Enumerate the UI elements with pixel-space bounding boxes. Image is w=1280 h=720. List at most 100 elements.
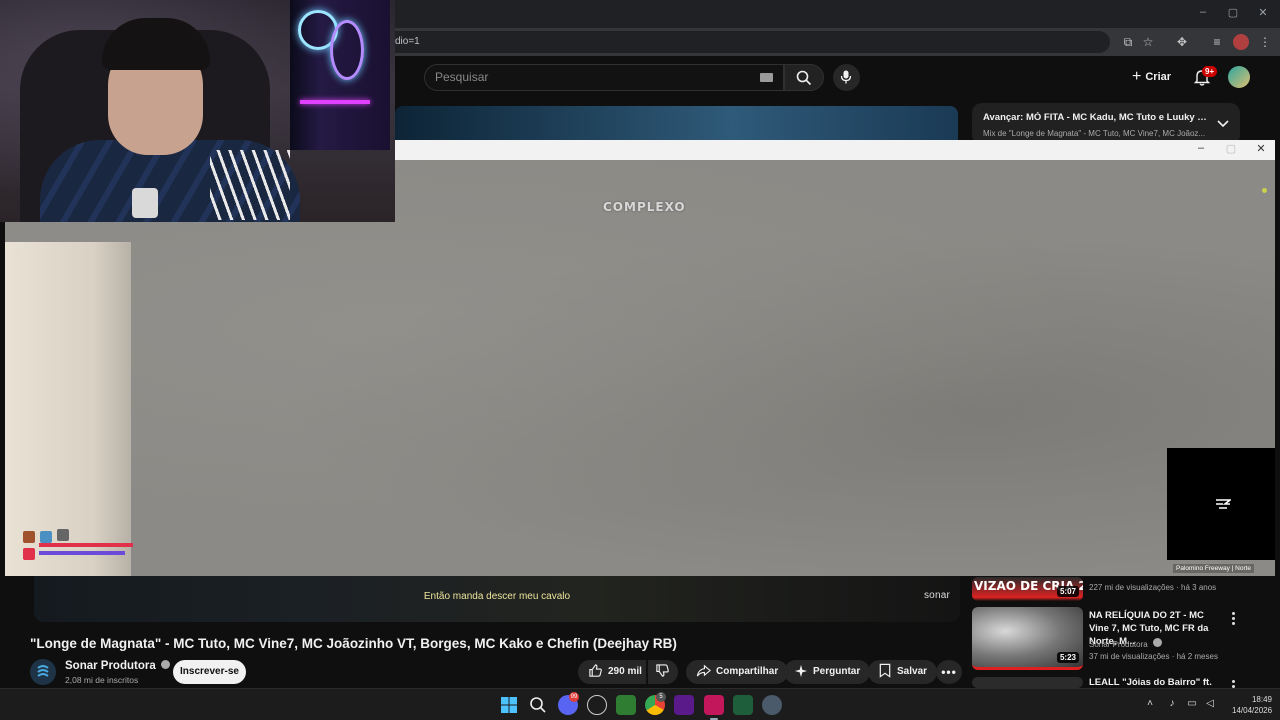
share-label: Compartilhar <box>716 666 779 677</box>
create-button[interactable]: + Criar <box>1126 65 1177 89</box>
recommendation-meta: 37 mi de visualizações · há 2 meses <box>1089 652 1218 661</box>
recommendation-thumbnail[interactable] <box>972 677 1083 688</box>
thumbs-up-icon <box>589 664 602 677</box>
chevron-up-icon[interactable]: ˄ <box>1144 698 1156 710</box>
system-clock[interactable]: 18:49 14/04/2026 <box>1232 694 1272 716</box>
microphone-icon[interactable]: ♪ <box>1166 698 1178 710</box>
street-name-text: Palomino Freeway <box>1176 565 1230 572</box>
bookmark-icon <box>879 663 891 678</box>
start-button[interactable] <box>499 695 519 715</box>
video-duration: 5:23 <box>1056 652 1079 663</box>
share-button[interactable]: Compartilhar <box>686 660 789 684</box>
webcam-jersey-badge <box>132 188 158 218</box>
stress-icon <box>57 529 69 541</box>
game-window-titlebar[interactable]: – ▢ ✕ <box>395 140 1275 160</box>
webcam-overlay <box>0 0 395 222</box>
cast-icon[interactable]: ⧉ <box>1120 34 1136 50</box>
globe-icon[interactable] <box>587 695 607 715</box>
search-placeholder: Pesquisar <box>435 70 489 84</box>
search-taskbar-button[interactable] <box>528 695 548 715</box>
like-button[interactable]: 290 mil <box>578 660 646 684</box>
close-icon[interactable]: ✕ <box>1251 142 1271 155</box>
street-zone: | Norte <box>1231 565 1252 572</box>
sonar-logo-icon <box>37 665 49 677</box>
chevron-down-icon[interactable] <box>1216 116 1230 130</box>
video-duration: 5:07 <box>1056 586 1079 597</box>
indicator-dot <box>1262 188 1267 193</box>
search-icon <box>530 697 546 713</box>
share-icon <box>696 664 711 677</box>
channel-avatar[interactable] <box>30 659 56 685</box>
thirst-icon <box>40 531 52 543</box>
health-bar <box>39 543 133 547</box>
restore-icon[interactable]: ▢ <box>1222 6 1244 19</box>
volume-icon[interactable]: ◁ <box>1204 698 1216 710</box>
video-watermark: sonar <box>923 590 950 601</box>
close-window-icon[interactable]: ✕ <box>1252 6 1274 19</box>
sparkle-icon <box>794 664 808 678</box>
more-horizontal-icon: ••• <box>941 665 957 679</box>
street-name: Palomino Freeway | Norte <box>1173 564 1255 573</box>
autoplay-next-card[interactable]: Avançar: MÓ FITA - MC Kadu, MC Tuto e Lu… <box>972 103 1240 145</box>
subscribe-button[interactable]: Inscrever-se <box>173 660 246 684</box>
voice-search-button[interactable] <box>833 64 860 91</box>
excel-icon[interactable] <box>733 695 753 715</box>
extensions-icon[interactable]: ✥ <box>1174 34 1190 50</box>
recommendation-thumbnail[interactable]: VIZAO DE CRIA 2 5:07 <box>972 577 1083 601</box>
plus-icon: + <box>1132 68 1142 85</box>
video-lyric-caption: Então manda descer meu cavalo <box>423 591 571 602</box>
ask-label: Perguntar <box>813 666 861 677</box>
maximize-icon[interactable]: ▢ <box>1221 142 1241 155</box>
game-terrain <box>5 242 131 576</box>
terminal-icon[interactable] <box>616 695 636 715</box>
clock-time: 18:49 <box>1251 695 1272 704</box>
thumbs-down-icon <box>656 664 669 677</box>
gta-launcher-icon[interactable] <box>704 695 724 715</box>
network-icon[interactable]: ▭ <box>1186 698 1198 710</box>
dislike-button[interactable] <box>648 660 678 684</box>
channel-name[interactable]: Sonar Produtora <box>65 660 170 672</box>
minimize-icon[interactable]: – <box>1191 142 1211 154</box>
like-count: 290 mil <box>608 666 642 677</box>
recommendation-meta: 227 mi de visualizações · há 3 anos <box>1089 583 1217 592</box>
server-logo: COMPLEXO <box>603 200 686 214</box>
armor-bar <box>39 551 125 555</box>
channel-name-text: Sonar Produtora <box>65 660 156 672</box>
recommendation-thumbnail[interactable]: 5:23 <box>972 607 1083 670</box>
screen: – ▢ ✕ dio=1 ⧉ ☆ ✥ ≡ ⋮ Pesquisar + Criar … <box>0 0 1280 720</box>
video-player-bottom[interactable]: Então manda descer meu cavalo sonar <box>34 576 960 622</box>
search-button[interactable] <box>784 64 824 91</box>
webcam-jersey-stripes <box>210 150 290 220</box>
player-arrow-icon <box>1216 499 1231 509</box>
search-icon <box>796 70 812 86</box>
url-text: dio=1 <box>395 36 420 47</box>
account-avatar[interactable] <box>1228 66 1250 88</box>
ask-button[interactable]: Perguntar <box>784 660 871 684</box>
microphone-icon <box>840 70 852 84</box>
create-label: Criar <box>1145 71 1172 83</box>
bookmark-star-icon[interactable]: ☆ <box>1140 34 1156 50</box>
reading-list-icon[interactable]: ≡ <box>1209 34 1225 50</box>
minimize-icon[interactable]: – <box>1192 6 1214 18</box>
discord-badge: 99 <box>569 692 579 702</box>
heart-icon <box>23 548 35 560</box>
more-vertical-icon[interactable] <box>1232 612 1236 627</box>
search-input[interactable]: Pesquisar <box>424 64 784 91</box>
keyboard-icon[interactable] <box>760 73 773 82</box>
address-bar[interactable]: dio=1 <box>380 31 1110 53</box>
settings-gear-icon[interactable] <box>762 695 782 715</box>
hunger-icon <box>23 531 35 543</box>
game-viewport[interactable]: COMPLEXO Palomino Freeway | Norte <box>5 160 1275 576</box>
recommendation-channel[interactable]: Sonar Produtora <box>1089 638 1162 649</box>
next-video-title: Avançar: MÓ FITA - MC Kadu, MC Tuto e Lu… <box>983 112 1208 123</box>
browser-menu-icon[interactable]: ⋮ <box>1257 34 1273 50</box>
windows-logo-icon <box>501 697 517 713</box>
video-player-top[interactable] <box>395 106 958 140</box>
next-app-icon[interactable] <box>674 695 694 715</box>
recommendation-channel-text: Sonar Produtora <box>1089 640 1148 649</box>
save-label: Salvar <box>897 666 928 677</box>
more-actions-button[interactable]: ••• <box>936 660 962 684</box>
save-button[interactable]: Salvar <box>868 660 938 684</box>
next-video-subtitle: Mix de "Longe de Magnata" - MC Tuto, MC … <box>983 129 1206 138</box>
profile-avatar-icon[interactable] <box>1233 34 1249 50</box>
